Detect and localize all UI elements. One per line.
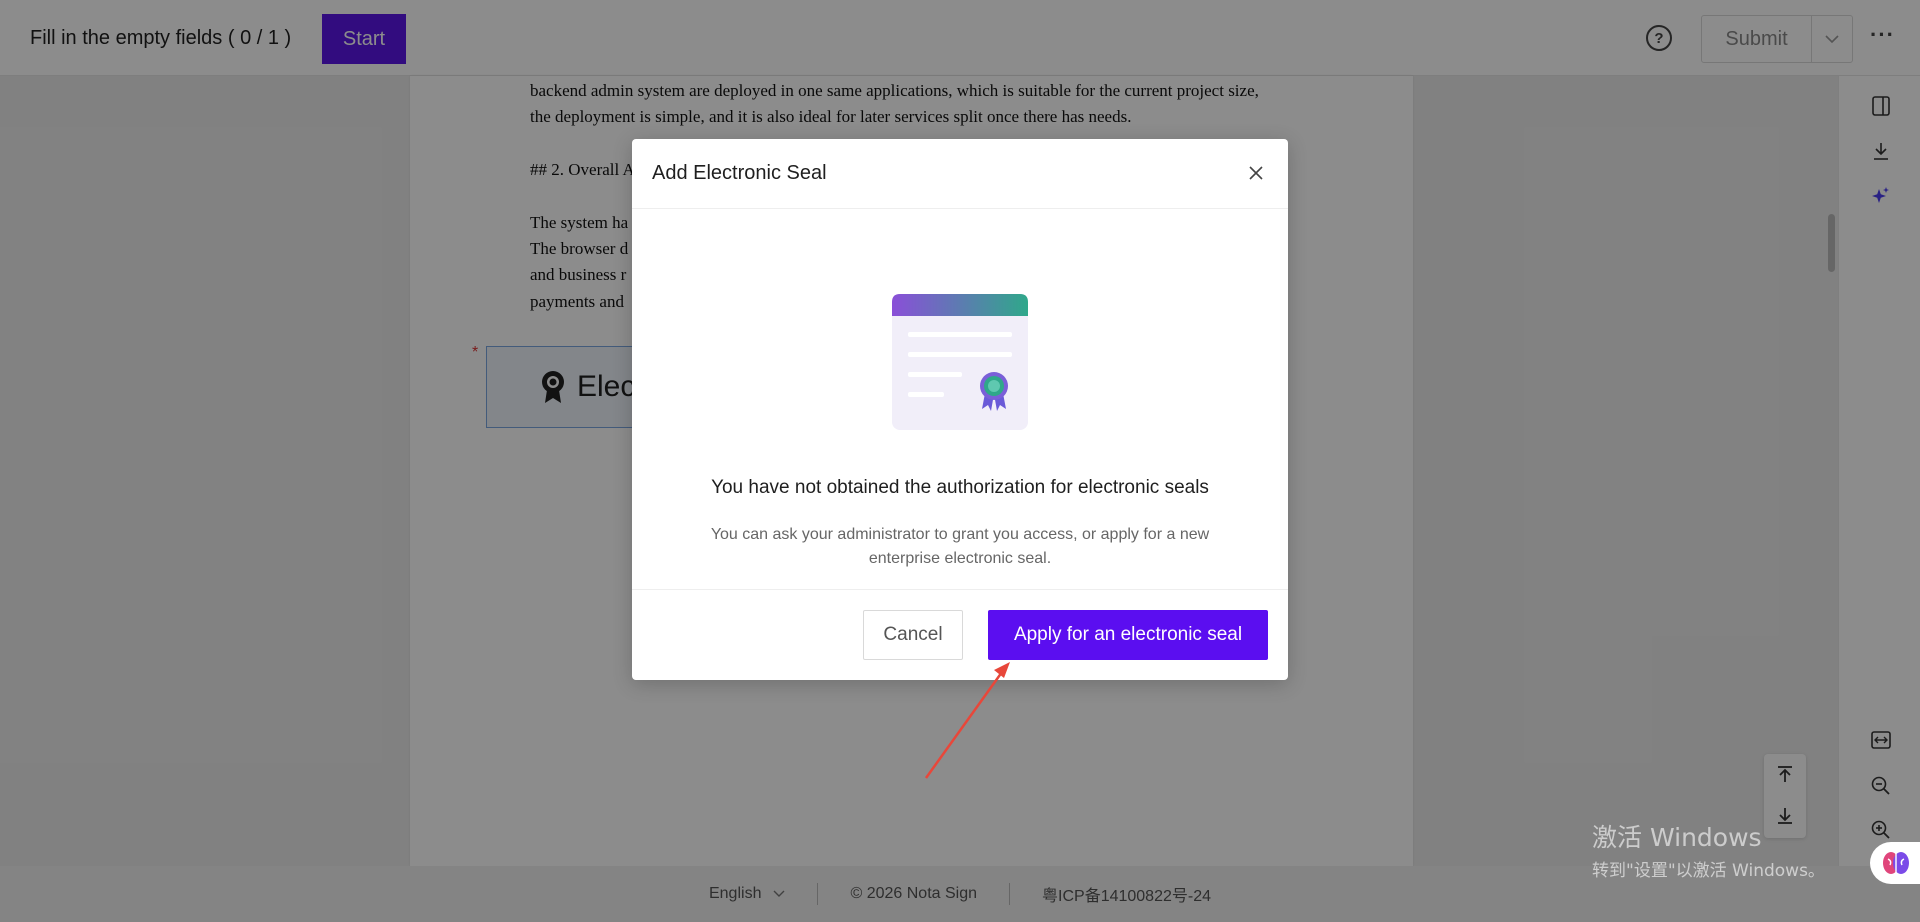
dialog-footer: Cancel Apply for an electronic seal	[632, 589, 1288, 680]
add-electronic-seal-dialog: Add Electronic Seal You have not obtaine…	[632, 139, 1288, 680]
dialog-header: Add Electronic Seal	[632, 139, 1288, 209]
close-icon[interactable]	[1244, 161, 1268, 185]
windows-activation-watermark: 激活 Windows 转到"设置"以激活 Windows。	[1592, 818, 1825, 881]
dialog-title: Add Electronic Seal	[652, 162, 827, 184]
cancel-button[interactable]: Cancel	[863, 610, 963, 660]
watermark-line1: 激活 Windows	[1592, 823, 1762, 852]
dialog-sub-message: You can ask your administrator to grant …	[710, 526, 1210, 567]
apply-electronic-seal-button[interactable]: Apply for an electronic seal	[988, 610, 1268, 660]
brain-icon	[1883, 852, 1909, 874]
watermark-line2: 转到"设置"以激活 Windows。	[1592, 861, 1825, 881]
certificate-illustration	[892, 294, 1028, 430]
ai-assistant-button[interactable]	[1870, 842, 1920, 884]
dialog-message: You have not obtained the authorization …	[711, 477, 1209, 498]
